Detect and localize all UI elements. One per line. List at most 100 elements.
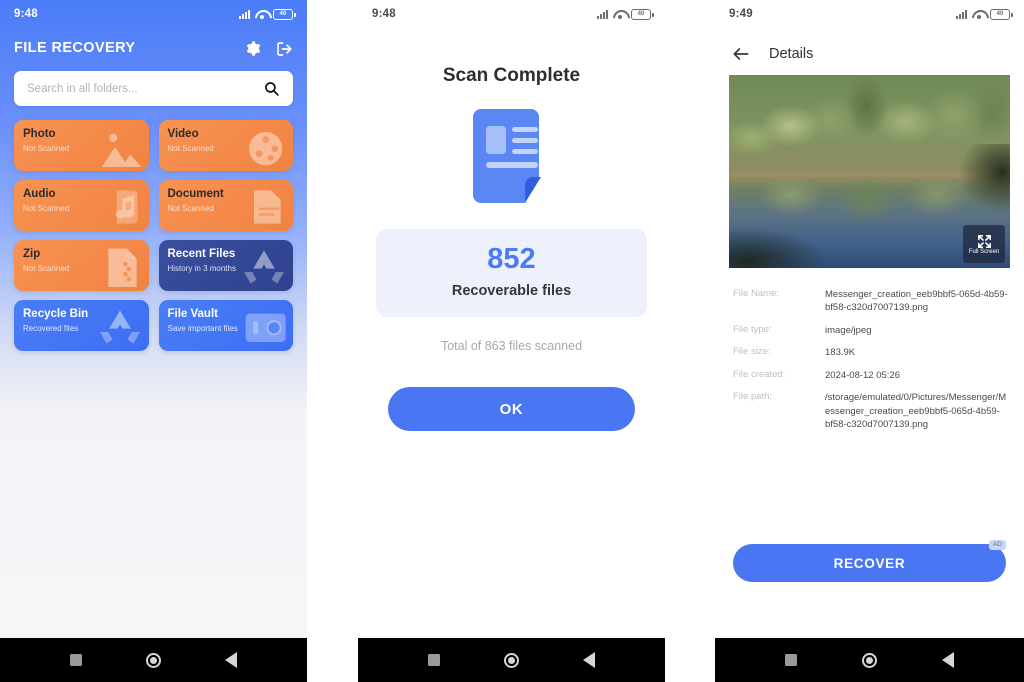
tile-title: File Vault xyxy=(167,308,219,320)
triangle-back-icon[interactable] xyxy=(583,652,595,668)
app-bar: Details xyxy=(715,28,1024,70)
triangle-back-icon[interactable] xyxy=(941,652,954,668)
battery-level: 40 xyxy=(637,11,645,17)
tile-subtitle: Not Scanned xyxy=(167,143,214,153)
tile-audio[interactable]: Audio Not Scanned xyxy=(14,180,149,231)
search-icon[interactable] xyxy=(263,80,280,97)
detail-label: File created: xyxy=(733,368,786,380)
recoverable-card: 852 Recoverable files xyxy=(376,229,647,317)
back-arrow-icon[interactable] xyxy=(731,44,751,64)
fullscreen-label: Full Screen xyxy=(968,249,1000,255)
category-grid: Photo Not Scanned Video Not Scanned Audi… xyxy=(14,120,293,351)
status-bar: 9:48 40 xyxy=(0,0,307,28)
document-icon xyxy=(472,109,551,203)
fullscreen-button[interactable]: Full Screen xyxy=(963,225,1005,263)
search-input[interactable] xyxy=(14,71,293,106)
battery-level: 40 xyxy=(996,11,1004,17)
detail-value: 183.9K xyxy=(825,347,856,359)
detail-label: File path: xyxy=(733,391,773,403)
battery-icon: 40 xyxy=(990,8,1013,20)
tile-title: Zip xyxy=(23,248,41,260)
detail-value: /storage/emulated/0/Pictures/Messenger/M… xyxy=(825,392,1007,431)
total-scanned-text: Total of 863 files scanned xyxy=(440,339,583,353)
header-actions xyxy=(244,40,293,57)
detail-value: 2024-08-12 05:26 xyxy=(825,369,901,381)
tile-document[interactable]: Document Not Scanned xyxy=(158,180,293,231)
tile-title: Recycle Bin xyxy=(23,308,89,320)
tile-video[interactable]: Video Not Scanned xyxy=(158,120,293,171)
wifi-icon xyxy=(972,9,985,19)
gear-icon[interactable] xyxy=(244,40,261,57)
square-icon[interactable] xyxy=(428,654,440,666)
tile-title: Document xyxy=(167,188,224,200)
tile-photo[interactable]: Photo Not Scanned xyxy=(14,120,149,171)
tile-title: Video xyxy=(167,128,199,140)
detail-label: File Name: xyxy=(733,288,779,299)
tile-title: Photo xyxy=(23,128,56,140)
tile-zip[interactable]: Zip Not Scanned xyxy=(14,240,149,291)
detail-value: Messenger_creation_eeb9bbf5-065d-4b59-bf… xyxy=(825,289,1008,314)
ok-button[interactable]: OK xyxy=(388,387,635,431)
file-details-list: File Name: Messenger_creation_eeb9bbf5-0… xyxy=(733,288,1010,432)
status-time: 9:48 xyxy=(14,8,38,20)
android-nav-bar xyxy=(358,638,665,682)
detail-row-file-type: File type: image/jpeg xyxy=(733,324,1010,337)
battery-icon: 40 xyxy=(631,8,654,20)
page-title: FILE RECOVERY xyxy=(14,40,136,56)
status-icons: 40 xyxy=(239,8,296,20)
tile-title: Recent Files xyxy=(167,248,236,260)
logout-icon[interactable] xyxy=(275,40,293,57)
detail-label: File size: xyxy=(733,346,771,358)
recoverable-count: 852 xyxy=(487,243,536,275)
detail-row-file-created: File created: 2024-08-12 05:26 xyxy=(733,369,1010,382)
details-body: Details Full Screen File Name: Messenger… xyxy=(715,28,1024,638)
tile-subtitle: Save important files xyxy=(167,323,238,333)
app-header: FILE RECOVERY xyxy=(0,28,307,62)
tile-title: Audio xyxy=(23,188,56,200)
screenshot-stage: 9:48 40 FILE RECOVERY Search in all fold… xyxy=(0,0,1024,682)
circle-icon[interactable] xyxy=(146,652,161,668)
tile-subtitle: Recovered files xyxy=(23,323,79,333)
dialog-title: Scan Complete xyxy=(442,65,581,86)
page-title: Details xyxy=(769,46,814,62)
detail-row-file-name: File Name: Messenger_creation_eeb9bbf5-0… xyxy=(733,288,1010,315)
status-time: 9:48 xyxy=(372,8,396,20)
tile-subtitle: Not Scanned xyxy=(167,203,214,213)
recover-button[interactable]: RECOVER xyxy=(733,544,1006,582)
photo-shadow-right xyxy=(959,144,1010,214)
square-icon[interactable] xyxy=(785,654,798,666)
screen-details: 9:49 40 Details Full Screen File Name: M… xyxy=(715,0,1024,682)
android-nav-bar xyxy=(715,638,1024,682)
tile-recent-files[interactable]: Recent Files History in 3 months xyxy=(158,240,293,291)
wifi-icon xyxy=(255,9,268,19)
tile-subtitle: Not Scanned xyxy=(23,143,70,153)
circle-icon[interactable] xyxy=(861,652,877,668)
detail-row-file-path: File path: /storage/emulated/0/Pictures/… xyxy=(733,391,1010,431)
signal-bars-icon xyxy=(239,9,250,19)
tile-file-vault[interactable]: File Vault Save important files xyxy=(158,300,293,351)
status-bar: 9:48 40 xyxy=(358,0,665,28)
signal-bars-icon xyxy=(597,9,608,19)
android-nav-bar xyxy=(0,638,307,682)
signal-bars-icon xyxy=(956,9,967,19)
recover-button-wrap: RECOVER AD xyxy=(733,540,1006,582)
battery-icon: 40 xyxy=(273,8,296,20)
detail-value: image/jpeg xyxy=(825,324,872,336)
battery-level: 40 xyxy=(279,11,287,17)
detail-row-file-size: File size: 183.9K xyxy=(733,346,1010,359)
expand-icon xyxy=(976,233,993,248)
tile-recycle-bin[interactable]: Recycle Bin Recovered files xyxy=(14,300,149,351)
screen-home: 9:48 40 FILE RECOVERY Search in all fold… xyxy=(0,0,307,682)
triangle-back-icon[interactable] xyxy=(225,652,237,668)
status-time: 9:49 xyxy=(729,8,753,20)
tile-subtitle: Not Scanned xyxy=(23,203,70,213)
scan-complete-body: Scan Complete 852 Recoverable files Tota… xyxy=(358,28,665,638)
search-bar xyxy=(14,71,293,106)
recoverable-label: Recoverable files xyxy=(451,283,572,299)
screen-scan-complete: 9:48 40 Scan Complete 852 Recoverable fi… xyxy=(358,0,665,682)
tile-subtitle: History in 3 months xyxy=(167,263,236,273)
detail-label: File type: xyxy=(733,323,772,335)
image-preview[interactable]: Full Screen xyxy=(729,75,1010,268)
circle-icon[interactable] xyxy=(504,652,519,668)
square-icon[interactable] xyxy=(70,654,82,666)
